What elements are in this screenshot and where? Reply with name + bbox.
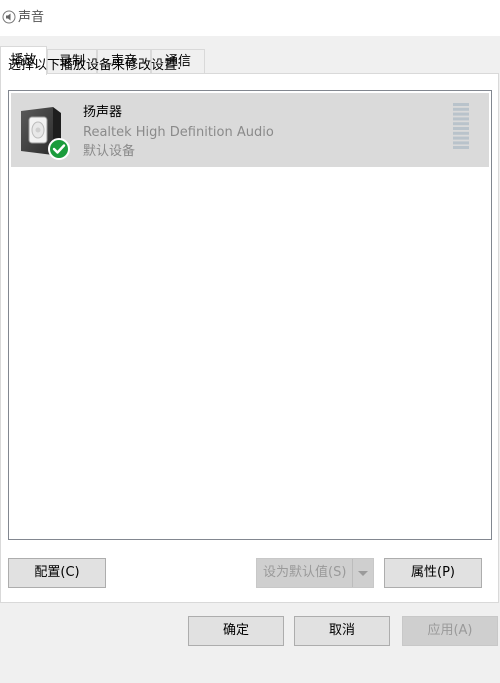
window-title: 声音 bbox=[18, 10, 45, 25]
set-default-label: 设为默认值(S) bbox=[263, 565, 347, 580]
ok-button[interactable]: 确定 bbox=[188, 616, 284, 646]
apply-button[interactable]: 应用(A) bbox=[402, 616, 498, 646]
configure-button[interactable]: 配置(C) bbox=[8, 558, 106, 588]
device-description: Realtek High Definition Audio bbox=[83, 125, 274, 140]
device-name: 扬声器 bbox=[83, 105, 123, 120]
cancel-button[interactable]: 取消 bbox=[294, 616, 390, 646]
set-default-dropdown[interactable] bbox=[352, 559, 373, 587]
chevron-down-icon bbox=[358, 571, 368, 576]
title-bar: 声音 bbox=[0, 0, 500, 36]
default-check-icon bbox=[48, 138, 70, 160]
speaker-icon bbox=[2, 10, 16, 24]
speaker-device-icon bbox=[21, 107, 70, 160]
volume-level-meter bbox=[453, 103, 469, 149]
device-list[interactable]: 扬声器 Realtek High Definition Audio 默认设备 bbox=[8, 90, 492, 540]
instruction-label: 选择以下播放设备来修改设置: bbox=[8, 58, 182, 73]
properties-button[interactable]: 属性(P) bbox=[384, 558, 482, 588]
set-default-button[interactable]: 设为默认值(S) bbox=[256, 558, 374, 588]
device-status: 默认设备 bbox=[83, 144, 136, 159]
device-row-speaker[interactable]: 扬声器 Realtek High Definition Audio 默认设备 bbox=[11, 93, 489, 167]
